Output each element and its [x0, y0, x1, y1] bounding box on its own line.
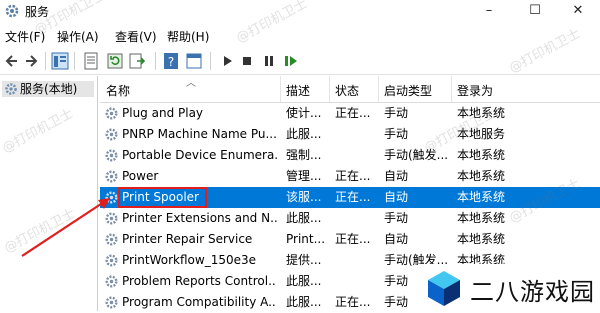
cell-logon: 本地系统 [457, 148, 506, 162]
column-divider[interactable] [378, 76, 379, 102]
cell-startup: 自动 [384, 190, 409, 204]
toolbar-separator [210, 52, 211, 70]
cube-logo-icon [428, 271, 460, 306]
cell-startup: 自动 [384, 169, 409, 183]
cell-name: Portable Device Enumera... [122, 148, 277, 162]
highlight-box [118, 187, 207, 208]
gear-icon [5, 83, 17, 95]
cell-name: Printer Extensions and N... [122, 211, 277, 225]
table-row[interactable]: Plug and Play 使计... 正在... 手动 本地系统 [100, 103, 600, 124]
service-gear-icon [105, 233, 118, 246]
service-gear-icon [105, 149, 118, 162]
cell-startup: 手动 [384, 106, 409, 120]
cell-startup: 自动 [384, 232, 409, 246]
sort-ascending-icon: ︿ [186, 78, 196, 89]
pause-service-icon[interactable] [260, 52, 278, 70]
tree-item-label: 服务(本地) [20, 82, 78, 96]
column-header-row: ︿ 名称 描述 状态 启动类型 登录为 [100, 76, 600, 103]
column-header-startup-type[interactable]: 启动类型 [384, 82, 432, 99]
back-icon[interactable] [3, 52, 21, 70]
cell-desc: 此服... [286, 295, 322, 309]
toolbar-separator [45, 52, 46, 70]
service-gear-icon [105, 275, 118, 288]
tree-item-services-local[interactable]: 服务(本地) [2, 81, 94, 97]
column-header-log-on-as[interactable]: 登录为 [457, 82, 493, 99]
table-row[interactable]: Power 管理... 正在... 自动 本地系统 [100, 166, 600, 187]
service-gear-icon [105, 254, 118, 267]
services-app-icon [5, 4, 19, 18]
table-row[interactable]: Portable Device Enumera... 强制... 手动(触发... 本… [100, 145, 600, 166]
cell-status: 正在... [335, 106, 371, 120]
toolbar-separator [155, 52, 156, 70]
close-button[interactable]: ✕ [555, 0, 600, 22]
toolbar-separator [74, 52, 75, 70]
cell-name: Program Compatibility A... [122, 295, 277, 309]
stop-service-icon[interactable] [238, 52, 256, 70]
cell-desc: Print... [286, 232, 326, 246]
column-divider[interactable] [280, 76, 281, 102]
cell-desc: 此服... [286, 274, 322, 288]
cell-desc: 管理... [286, 169, 322, 183]
show-hide-console-tree-icon[interactable] [51, 52, 69, 70]
maximize-button[interactable]: ☐ [512, 0, 558, 22]
table-row[interactable]: PNRP Machine Name Pu... 此服... 手动 本地服务 [100, 124, 600, 145]
menu-bar: 文件(F) 操作(A) 查看(V) 帮助(H) [0, 26, 600, 46]
start-service-icon[interactable] [218, 52, 236, 70]
logo-text: 二八游戏园 [470, 278, 595, 306]
site-logo: 二八游戏园 [418, 264, 600, 311]
column-header-name[interactable]: 名称 [106, 82, 130, 99]
cell-name: PrintWorkflow_150e3e [122, 253, 257, 267]
service-gear-icon [105, 212, 118, 225]
cell-desc: 此服... [286, 127, 322, 141]
cell-status: 正在... [335, 232, 371, 246]
svg-text:?: ? [168, 55, 174, 69]
service-gear-icon [105, 128, 118, 141]
cell-startup: 手动 [384, 211, 409, 225]
help-icon[interactable]: ? [162, 52, 180, 70]
cell-name: Problem Reports Control... [122, 274, 277, 288]
cell-desc: 强制... [286, 148, 322, 162]
column-header-status[interactable]: 状态 [335, 82, 359, 99]
cell-desc: 提供... [286, 253, 322, 267]
cell-logon: 本地系统 [457, 190, 506, 204]
cell-desc: 该服... [286, 190, 322, 204]
cell-name: Printer Repair Service [122, 232, 253, 246]
cell-logon: 本地系统 [457, 232, 506, 246]
console-window-icon[interactable] [185, 52, 203, 70]
menu-view[interactable]: 查看(V) [115, 28, 157, 45]
table-row[interactable]: Printer Repair Service Print... 正在... 自动 本地系… [100, 229, 600, 250]
cell-name: PNRP Machine Name Pu... [122, 127, 277, 141]
cell-name: Plug and Play [122, 106, 204, 120]
forward-icon[interactable] [22, 52, 40, 70]
minimize-button[interactable]: – [466, 0, 512, 22]
service-gear-icon [105, 107, 118, 120]
properties-icon[interactable] [82, 52, 100, 70]
column-divider[interactable] [451, 76, 452, 102]
column-header-description[interactable]: 描述 [286, 82, 310, 99]
cell-desc: 使计... [286, 106, 322, 120]
cell-name: Power [122, 169, 159, 183]
menu-help[interactable]: 帮助(H) [167, 28, 209, 45]
restart-service-icon[interactable] [282, 52, 300, 70]
service-gear-icon [105, 296, 118, 309]
cell-status: 正在... [335, 169, 371, 183]
menu-action[interactable]: 操作(A) [57, 28, 99, 45]
service-gear-icon [105, 191, 118, 204]
refresh-icon[interactable] [106, 52, 124, 70]
column-divider[interactable] [329, 76, 330, 102]
cell-logon: 本地系统 [457, 169, 506, 183]
cell-status: 正在... [335, 190, 371, 204]
cell-desc: 此服... [286, 211, 322, 225]
export-list-icon[interactable] [128, 52, 146, 70]
cell-status: 正在... [335, 295, 371, 309]
service-gear-icon [105, 170, 118, 183]
